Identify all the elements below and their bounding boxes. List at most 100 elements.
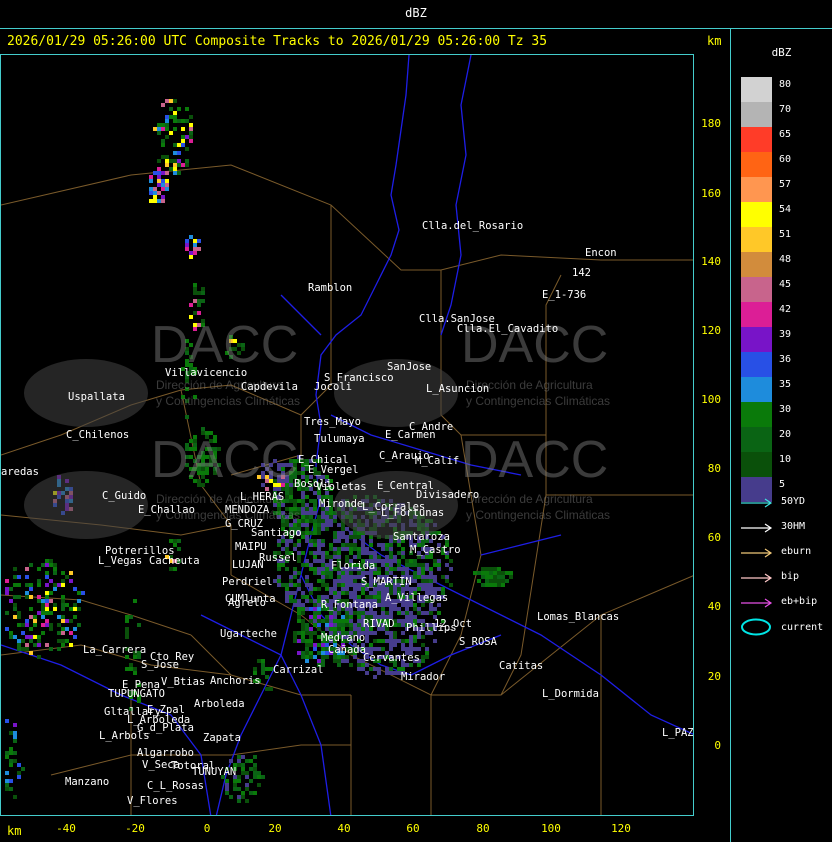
legend-level-label: 54 [779,204,792,215]
legend-level-label: 57 [779,179,792,190]
legend-swatch [741,402,772,427]
town-label: E_1-736 [542,289,587,301]
y-tick-label: 80 [707,462,721,475]
track-label: 30HM [781,521,806,532]
town-label: MENDOZA [225,504,270,516]
legend-level-label: 35 [779,379,792,390]
legend-level-label: 48 [779,254,792,265]
town-label: E_Vergel [308,464,359,476]
town-label: Manzano [65,776,110,788]
legend-level-label: 20 [779,429,792,440]
town-label: Villavicencio [165,367,248,379]
town-label: Anchoris [210,675,261,687]
track-label: eb+bip [781,596,818,607]
town-label: L_Dormida [542,688,599,700]
town-label: SanJose [387,361,432,373]
watermark-logo-4: DACC [461,431,609,489]
legend-level-label: 60 [779,154,792,165]
town-label: L_Asuncion [426,383,490,395]
watermark-logo-1: DACC [151,316,299,374]
town-label: Ramblon [308,282,353,294]
top-unit-label: dBZ [405,6,427,20]
y-tick-label: 120 [701,324,721,337]
legend-swatch [741,102,772,127]
x-tick-label: 120 [611,822,631,835]
watermark-line1: Dirección de Agricultura [466,492,593,506]
y-tick-label: 180 [701,117,721,130]
legend-level-label: 45 [779,279,792,290]
x-axis-unit-label: km [7,824,22,838]
x-tick-label: 80 [476,822,490,835]
town-label: Divisadero [416,489,480,501]
legend-swatch [741,377,772,402]
composite-title: 2026/01/29 05:26:00 UTC Composite Tracks… [7,34,548,49]
x-tick-label: 100 [541,822,561,835]
town-label: S_Jose [141,659,179,671]
track-label: eburn [781,546,812,557]
town-label: Algarrobo [137,747,194,759]
town-label: Violetas [316,481,367,493]
town-label: La_Carrera [83,644,147,656]
town-label: TUPUNGATO [108,688,165,700]
town-label: Carrizal [273,664,324,676]
town-label: Medrano [321,632,366,644]
legend-level-label: 39 [779,329,792,340]
town-label: E_Carmen [385,429,436,441]
town-label: aredas [1,466,39,478]
track-arrow-icon [741,573,773,583]
legend-level-label: 30 [779,404,792,415]
x-tick-label: 40 [337,822,351,835]
legend-swatch [741,127,772,152]
town-label: E_Challao [138,504,195,516]
town-label: Clla.del_Rosario [422,220,524,232]
current-label: current [781,622,824,633]
town-label: S_ROSA [459,636,497,648]
town-label: L_Vegas [98,555,143,567]
town-label: L_Arbols [99,730,150,742]
legend-swatch [741,202,772,227]
town-label: 12_Oct [434,618,472,630]
town-label: Cañada [328,644,366,656]
y-tick-label: 60 [707,531,721,544]
track-arrow-icon [741,523,773,533]
watermark-line2: y Contingencias Climáticas [156,394,301,408]
town-label: C_Guido [102,490,147,502]
y-tick-label: 100 [701,393,721,406]
town-label: Uspallata [68,391,125,403]
legend-swatch [741,452,772,477]
radar-map[interactable]: DACC DACC DACC DACC Dirección de Agricul… [0,54,694,816]
legend-level-label: 51 [779,229,792,240]
town-label: Santiago [251,527,302,539]
legend-level-label: 5 [779,479,786,490]
track-label: bip [781,571,800,582]
town-label: R_Fontana [321,599,378,611]
town-label: C_L_Rosas [147,780,204,792]
legend-level-label: 70 [779,104,792,115]
town-label: Encon [585,247,617,259]
town-label: Jocoli [314,381,352,393]
legend-swatch [741,77,772,102]
town-label: Mirador [401,671,446,683]
town-label: Capdevila [241,381,298,393]
town-label: Tres_Mayo [304,416,361,428]
title-bar: 2026/01/29 05:26:00 UTC Composite Tracks… [0,29,730,53]
track-arrow-icon [741,498,773,508]
legend-swatch [741,327,772,352]
watermark-line2: y Contingencias Climáticas [466,394,611,408]
y-tick-label: 140 [701,255,721,268]
town-label: Cervantes [363,652,420,664]
town-label: Santaroza [393,531,450,543]
legend-swatch [741,152,772,177]
town-label: Ugarteche [220,628,277,640]
town-label: A_Villegas [385,592,449,604]
town-label: 142 [572,267,591,279]
x-tick-label: 60 [406,822,420,835]
y-tick-label: 40 [707,600,721,613]
y-tick-label: 160 [701,187,721,200]
town-label: Cacheuta [149,555,200,567]
town-label: Tulumaya [314,433,365,445]
town-label: M_Castro [410,544,461,556]
track-arrow-icon [741,548,773,558]
x-tick-label: 20 [268,822,282,835]
x-tick-label: 0 [203,822,211,835]
